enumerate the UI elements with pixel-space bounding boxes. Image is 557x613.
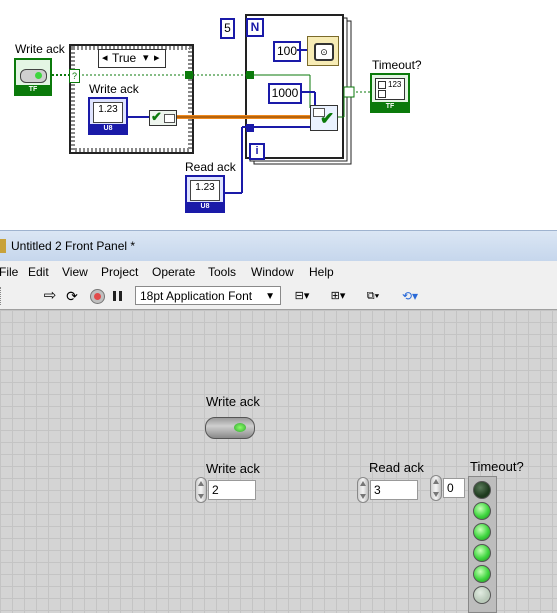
- bundle-node[interactable]: ✔: [149, 109, 177, 126]
- timeout-terminal[interactable]: 123 TF: [370, 73, 410, 113]
- case-selector-terminal[interactable]: ?: [69, 69, 80, 83]
- resize-icon[interactable]: ⧉▾: [360, 287, 386, 305]
- write-ack-bool-terminal[interactable]: TF: [14, 58, 52, 96]
- write-ack-num-value: 1.23: [93, 102, 123, 123]
- array-index-field[interactable]: 0: [443, 478, 465, 498]
- write-ack-num-fp-label: Write ack: [206, 461, 260, 476]
- font-select[interactable]: 18pt Application Font ▼: [135, 286, 281, 305]
- array-index-increment[interactable]: [430, 475, 442, 501]
- check-icon: ✔: [151, 109, 162, 124]
- read-ack-increment[interactable]: [357, 477, 369, 503]
- timeout-type: TF: [372, 102, 408, 111]
- run-arrow-icon[interactable]: ⇨: [42, 287, 58, 305]
- timeout-ms-constant[interactable]: 1000: [268, 83, 302, 104]
- case-dropdown-icon[interactable]: ▾: [143, 51, 149, 64]
- write-ack-num-field[interactable]: 2: [208, 480, 256, 500]
- timeout-led-1: [473, 502, 491, 520]
- read-ack-type: U8: [187, 202, 223, 211]
- window-titlebar[interactable]: Untitled 2 Front Panel *: [0, 230, 557, 262]
- menu-edit[interactable]: Edit: [28, 265, 49, 279]
- led-indicator-icon: [234, 423, 246, 432]
- menu-operate[interactable]: Operate: [152, 265, 195, 279]
- menu-bar: File Edit View Project Operate Tools Win…: [0, 261, 557, 283]
- menu-project[interactable]: Project: [101, 265, 138, 279]
- menu-window[interactable]: Window: [251, 265, 294, 279]
- wait-timer-node[interactable]: ⊙: [307, 36, 339, 66]
- timeout-led-5: [473, 586, 491, 604]
- read-ack-fp-label: Read ack: [369, 460, 424, 475]
- reorder-icon[interactable]: ⟲▾: [398, 287, 422, 305]
- font-select-value: 18pt Application Font: [140, 289, 253, 303]
- timeout-value: 123: [388, 80, 402, 89]
- read-ack-field[interactable]: 3: [370, 480, 418, 500]
- case-next-icon[interactable]: ▸: [154, 51, 160, 64]
- write-function-node[interactable]: ✔: [310, 105, 338, 131]
- read-ack-label: Read ack: [185, 160, 236, 174]
- write-ack-button[interactable]: [205, 417, 255, 439]
- app-icon: [0, 239, 6, 253]
- menu-file[interactable]: File: [0, 265, 18, 279]
- timeout-label: Timeout?: [372, 58, 422, 72]
- run-continuously-icon[interactable]: ⟳: [63, 287, 81, 305]
- pause-icon[interactable]: [113, 291, 116, 301]
- toolbar: ⇨ ⟳ 18pt Application Font ▼ ⊟▾ ⊞▾ ⧉▾ ⟲▾: [0, 283, 557, 310]
- write-ack-increment[interactable]: [195, 477, 207, 503]
- block-diagram-wires: [52, 14, 372, 194]
- write-ack-num-terminal[interactable]: 1.23 U8: [88, 97, 128, 135]
- case-prev-icon[interactable]: ◂: [102, 51, 108, 64]
- write-ack-num-label: Write ack: [89, 82, 139, 96]
- case-selector[interactable]: ◂ True ▾ ▸: [98, 49, 166, 68]
- clock-icon: ⊙: [314, 43, 334, 61]
- envelope-icon: [164, 114, 175, 123]
- write-ack-button-label: Write ack: [206, 394, 260, 409]
- abort-icon[interactable]: [90, 289, 105, 304]
- check-icon: ✔: [320, 109, 335, 128]
- window-title: Untitled 2 Front Panel *: [11, 239, 136, 253]
- timeout-fp-label: Timeout?: [470, 459, 524, 474]
- distribute-icon[interactable]: ⊞▾: [326, 287, 350, 305]
- menu-view[interactable]: View: [62, 265, 88, 279]
- write-ack-bool-label: Write ack: [15, 42, 65, 56]
- menu-tools[interactable]: Tools: [208, 265, 236, 279]
- timeout-led-4: [473, 565, 491, 583]
- for-i-terminal[interactable]: i: [249, 143, 265, 160]
- timeout-led-3: [473, 544, 491, 562]
- write-ack-bool-type: TF: [16, 85, 50, 94]
- read-ack-terminal[interactable]: 1.23 U8: [185, 175, 225, 213]
- for-count-constant[interactable]: 5: [220, 18, 235, 39]
- read-ack-value: 1.23: [190, 180, 220, 201]
- timeout-led-0: [473, 481, 491, 499]
- block-diagram: Write ack TF ◂ True ▾ ▸ ? Write ack 1.23…: [0, 0, 557, 228]
- array-icon: 123: [375, 78, 405, 100]
- align-icon[interactable]: ⊟▾: [290, 287, 314, 305]
- case-selector-value: True: [112, 51, 137, 65]
- front-panel-canvas[interactable]: Write ack Write ack 2 Read ack 3 0 Timeo…: [0, 310, 557, 613]
- chevron-down-icon: ▼: [265, 291, 275, 302]
- write-ack-num-type: U8: [90, 124, 126, 133]
- toggle-icon: [20, 69, 47, 83]
- menu-help[interactable]: Help: [309, 265, 334, 279]
- timeout-led-2: [473, 523, 491, 541]
- for-n-terminal[interactable]: N: [246, 18, 264, 37]
